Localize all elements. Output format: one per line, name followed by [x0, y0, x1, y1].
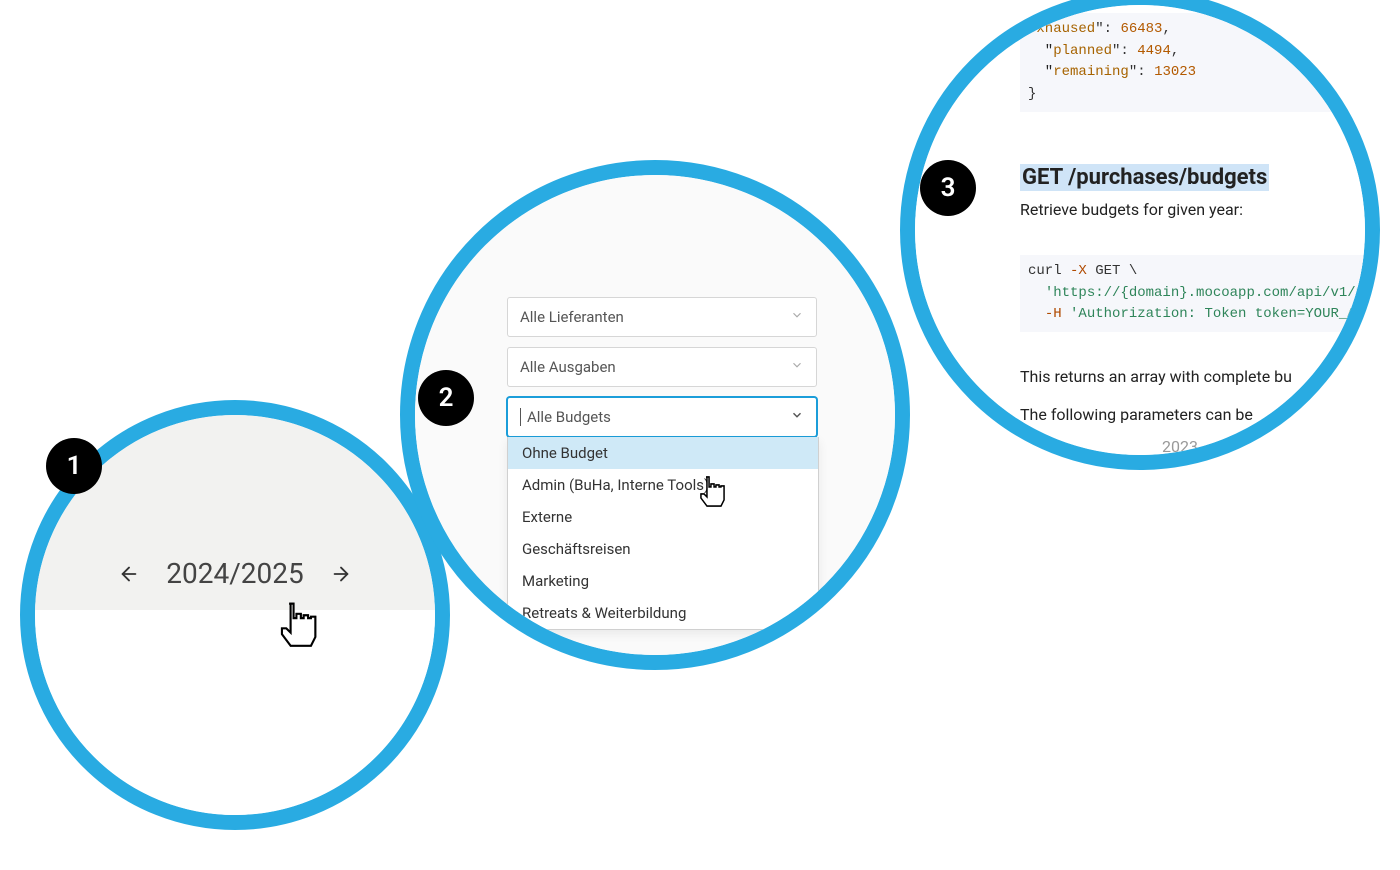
dropdown-item-ohne-budget[interactable]: Ohne Budget — [508, 437, 818, 469]
curl-url: 'https://{domain}.mocoapp.com/api/v1/pur — [1045, 285, 1380, 301]
json-response-snippet: exhaused": 66483, "planned": 4494, "rema… — [1020, 13, 1376, 112]
cursor-pointer-icon — [693, 471, 727, 515]
api-section: GET /purchases/budgets Retrieve budgets … — [1020, 165, 1360, 219]
expenses-select[interactable]: Alle Ausgaben — [507, 347, 817, 387]
json-key: planned — [1053, 43, 1112, 59]
year-next-button[interactable] — [326, 559, 356, 589]
chevron-down-icon — [790, 308, 804, 326]
json-key: remaining — [1053, 64, 1129, 80]
api-endpoint-heading: GET /purchases/budgets — [1020, 164, 1269, 191]
budgets-dropdown: Ohne Budget Admin (BuHa, Interne Tools) … — [507, 437, 819, 630]
arrow-left-icon — [118, 563, 140, 585]
step-badge-2: 2 — [418, 370, 474, 426]
chevron-down-icon — [790, 408, 804, 426]
json-value: 66483 — [1120, 21, 1162, 37]
circle1-top-panel: 2024/2025 — [35, 415, 435, 610]
api-endpoint-description: Retrieve budgets for given year: — [1020, 200, 1360, 219]
step-badge-3: 3 — [920, 160, 976, 216]
step-badge-1: 1 — [46, 438, 102, 494]
json-value: 13023 — [1154, 64, 1196, 80]
curl-auth: 'Authorization: Token token=YOUR_API — [1070, 306, 1372, 322]
dropdown-item-retreats[interactable]: Retreats & Weiterbildung — [508, 597, 818, 629]
curl-continuation: \ — [1129, 263, 1137, 279]
api-note-year: 2023 — [1020, 435, 1340, 459]
suppliers-select-label: Alle Lieferanten — [520, 308, 624, 326]
expenses-select-label: Alle Ausgaben — [520, 358, 616, 376]
feature-circle-2: Alle Lieferanten Alle Ausgaben Alle Budg… — [400, 160, 910, 670]
curl-flag: -X — [1070, 263, 1087, 279]
json-value: 4494 — [1137, 43, 1171, 59]
curl-cmd: curl — [1028, 263, 1062, 279]
curl-snippet: curl -X GET \ 'https://{domain}.mocoapp.… — [1020, 255, 1376, 332]
cursor-pointer-icon — [270, 595, 320, 657]
budgets-select[interactable]: Alle Budgets — [507, 397, 817, 437]
suppliers-select[interactable]: Alle Lieferanten — [507, 297, 817, 337]
year-prev-button[interactable] — [114, 559, 144, 589]
text-caret-icon — [520, 408, 521, 426]
json-brace: } — [1028, 86, 1036, 102]
api-notes: This returns an array with complete bu T… — [1020, 365, 1340, 459]
json-key: exhaused — [1028, 21, 1095, 37]
api-note-line: The following parameters can be — [1020, 403, 1340, 427]
dropdown-item-externe[interactable]: Externe — [508, 501, 818, 533]
curl-flag: -H — [1045, 306, 1062, 322]
curl-method: GET — [1095, 263, 1120, 279]
circle1-bottom-panel — [35, 610, 435, 815]
dropdown-item-marketing[interactable]: Marketing — [508, 565, 818, 597]
dropdown-item-geschaeftsreisen[interactable]: Geschäftsreisen — [508, 533, 818, 565]
circle2-content: Alle Lieferanten Alle Ausgaben Alle Budg… — [415, 175, 895, 655]
filter-stack: Alle Lieferanten Alle Ausgaben Alle Budg… — [507, 297, 817, 437]
budgets-select-wrap: Alle Budgets Ohne Budget Admin (BuHa, In… — [507, 397, 817, 437]
dropdown-item-admin[interactable]: Admin (BuHa, Interne Tools) — [508, 469, 818, 501]
circle3-content: exhaused": 66483, "planned": 4494, "rema… — [915, 5, 1365, 455]
arrow-right-icon — [330, 563, 352, 585]
budgets-select-label: Alle Budgets — [527, 408, 611, 426]
api-note-line: This returns an array with complete bu — [1020, 365, 1340, 389]
feature-circle-3: exhaused": 66483, "planned": 4494, "rema… — [900, 0, 1380, 470]
year-range-label[interactable]: 2024/2025 — [166, 557, 303, 590]
year-navigator: 2024/2025 — [114, 557, 355, 590]
chevron-down-icon — [790, 358, 804, 376]
